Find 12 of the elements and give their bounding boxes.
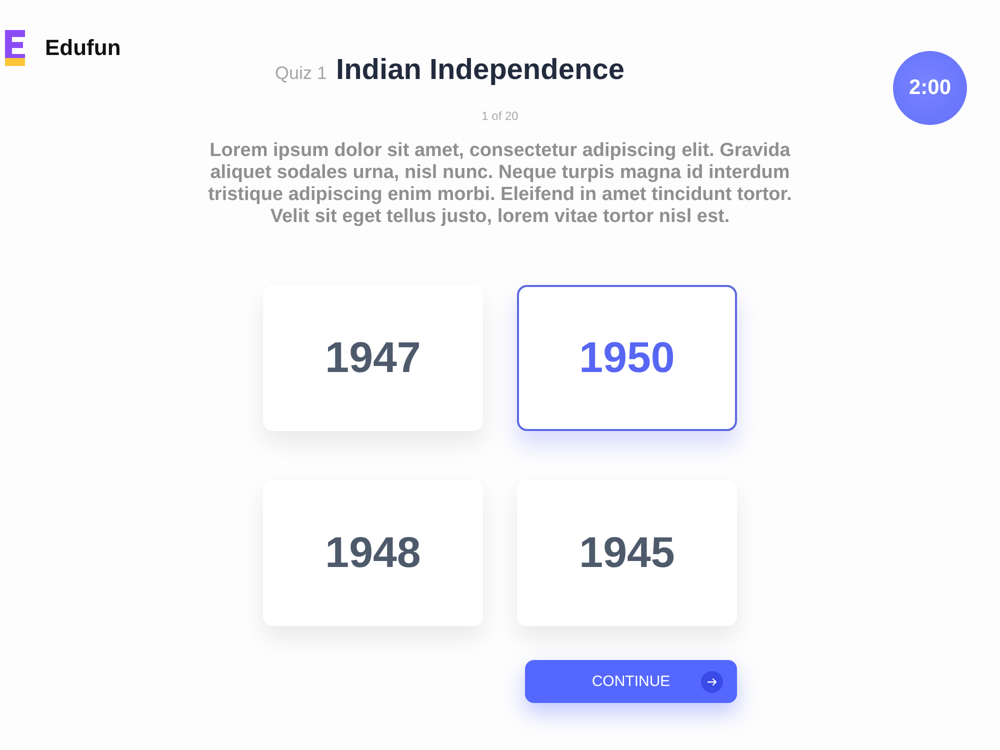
answer-option[interactable]: 1947 <box>263 285 483 431</box>
question-text: Lorem ipsum dolor sit amet, consectetur adipiscing elit. Gravida aliquet sodales urna, nisl nunc. Neque turpis magna id interdum tristique adipiscing enim morbi. Eleifend in amet tincidunt tortor. Velit sit eget tellus justo, lorem vitae tortor nisl est. <box>207 140 793 228</box>
answer-option[interactable]: 1945 <box>517 480 737 626</box>
brand-name: Edufun <box>45 35 121 61</box>
continue-button[interactable]: CONTINUE <box>525 660 737 703</box>
progress-text: 1 of 20 <box>482 109 518 125</box>
quiz-label: Quiz 1 <box>275 62 328 84</box>
quiz-title: Indian Independence <box>336 53 624 88</box>
answer-option[interactable]: 1950 <box>517 285 737 431</box>
countdown-timer: 2:00 <box>893 51 967 125</box>
logo-icon <box>5 30 25 66</box>
answer-option[interactable]: 1948 <box>263 480 483 626</box>
